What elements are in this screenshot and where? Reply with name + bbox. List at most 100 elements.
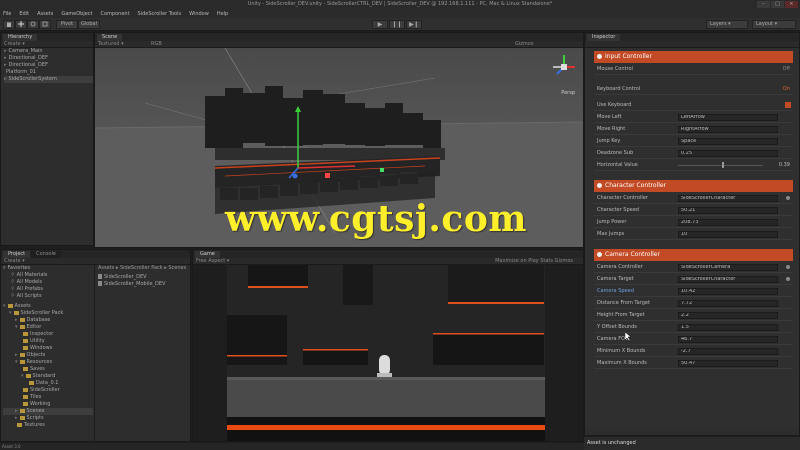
keyboard-control-toggle[interactable]: On: [783, 87, 790, 92]
tab-hierarchy[interactable]: Hierarchy: [3, 34, 38, 41]
hierarchy-item[interactable]: Platform_01: [4, 69, 93, 76]
favorite-item[interactable]: ⚲ All Materials: [3, 272, 93, 279]
favorite-item[interactable]: ⚲ All Models: [3, 279, 93, 286]
horizontal-slider-handle[interactable]: [722, 162, 724, 168]
favorite-item[interactable]: ⚲ All Scripts: [3, 293, 93, 300]
tab-console[interactable]: Console: [31, 251, 61, 258]
max-jumps-field[interactable]: 10: [678, 231, 778, 238]
folder-item[interactable]: ▾ Resources: [3, 359, 93, 366]
distance-field[interactable]: 7.72: [678, 300, 778, 307]
camera-speed-field[interactable]: 10.42: [678, 288, 778, 295]
folder-item[interactable]: ▸ Objects: [3, 352, 93, 359]
pause-button[interactable]: ❙❙: [389, 20, 405, 29]
object-picker-icon[interactable]: [786, 265, 790, 269]
move-left-dropdown[interactable]: LeftArrow: [678, 114, 778, 121]
hierarchy-item[interactable]: ▸ Camera_Main: [4, 48, 93, 55]
camera-fov-field[interactable]: 46.7: [678, 336, 778, 343]
hand-tool-button[interactable]: [3, 20, 15, 29]
horizontal-slider-track[interactable]: [678, 165, 763, 166]
mouse-control-toggle[interactable]: Off: [783, 67, 790, 72]
menu-component[interactable]: Component: [101, 11, 130, 17]
jump-power-field[interactable]: 208.73: [678, 219, 778, 226]
hierarchy-item[interactable]: ▸ Directional_DEF: [4, 62, 93, 69]
folder-item[interactable]: Utility: [3, 338, 93, 345]
character-controller-header[interactable]: Character Controller: [594, 180, 793, 192]
layout-dropdown[interactable]: Layout ▾: [752, 20, 796, 29]
hierarchy-item[interactable]: ▸ Directional_DEF: [4, 55, 93, 62]
menu-window[interactable]: Window: [189, 11, 209, 17]
horizontal-slider-value[interactable]: 0.39: [779, 159, 790, 171]
y-offset-field[interactable]: 1.5: [678, 324, 778, 331]
input-controller-header[interactable]: Input Controller: [594, 51, 793, 63]
object-picker-icon[interactable]: [786, 196, 790, 200]
aspect-dropdown[interactable]: Free Aspect: [196, 258, 225, 264]
folder-label: Standard: [32, 373, 56, 379]
height-field[interactable]: 2.2: [678, 312, 778, 319]
jump-key-dropdown[interactable]: Space: [678, 138, 778, 145]
folder-item[interactable]: ▸ Scenes: [3, 408, 93, 415]
object-picker-icon[interactable]: [786, 277, 790, 281]
hierarchy-item[interactable]: ▸ SideScrollerSystem: [4, 76, 93, 83]
menu-edit[interactable]: Edit: [19, 11, 29, 17]
move-tool-button[interactable]: [15, 20, 27, 29]
rotate-tool-button[interactable]: [27, 20, 39, 29]
folder-item[interactable]: ▾ SideScroller Pack: [3, 310, 93, 317]
camera-target-field[interactable]: SideScrollerCharacter: [678, 276, 778, 283]
folder-item[interactable]: ▸ Scripts: [3, 415, 93, 422]
shading-mode-dropdown[interactable]: Textured: [98, 41, 119, 47]
menu-gameobject[interactable]: GameObject: [61, 11, 92, 17]
gizmos-dropdown[interactable]: Gizmos: [515, 41, 533, 48]
scale-tool-button[interactable]: [39, 20, 51, 29]
scene-file-item[interactable]: SideScroller_DEV: [98, 274, 190, 281]
game-viewport[interactable]: [193, 265, 583, 441]
assets-root[interactable]: ▾ Assets: [3, 303, 93, 310]
project-create-button[interactable]: Create: [4, 258, 21, 264]
camera-controller-header[interactable]: Camera Controller: [594, 249, 793, 261]
tab-project[interactable]: Project: [3, 251, 31, 258]
step-button[interactable]: ▶❙: [406, 20, 422, 29]
close-button[interactable]: ×: [785, 1, 798, 8]
min-x-field[interactable]: -2.7: [678, 348, 778, 355]
orientation-gizmo[interactable]: [549, 52, 579, 86]
character-speed-field[interactable]: 50.21: [678, 207, 778, 214]
minimize-button[interactable]: –: [757, 1, 770, 8]
move-right-dropdown[interactable]: RightArrow: [678, 126, 778, 133]
folder-item[interactable]: Saves: [3, 366, 93, 373]
scene-file-item[interactable]: SideScroller_Mobile_DEV: [98, 281, 190, 288]
maximize-button[interactable]: □: [771, 1, 784, 8]
play-button[interactable]: ▶: [372, 20, 388, 29]
global-toggle[interactable]: Global: [78, 20, 100, 29]
favorites-root[interactable]: ▾ Favorites: [3, 265, 93, 272]
folder-item[interactable]: ▾ Editor: [3, 324, 93, 331]
folder-icon: [19, 359, 25, 364]
folder-item[interactable]: Tiles: [3, 394, 93, 401]
folder-item[interactable]: Working: [3, 401, 93, 408]
layers-dropdown[interactable]: Layers ▾: [706, 20, 748, 29]
jump-key-row: Jump Key Space: [594, 135, 793, 147]
folder-item[interactable]: Inspector: [3, 331, 93, 338]
camera-object-field[interactable]: SideScrollerCamera: [678, 264, 778, 271]
menu-assets[interactable]: Assets: [37, 11, 53, 17]
tab-inspector[interactable]: Inspector: [587, 34, 621, 41]
game-view-options[interactable]: Maximize on Play Stats Gizmos: [495, 258, 573, 265]
tab-scene[interactable]: Scene: [97, 34, 123, 41]
max-x-field[interactable]: 50.47: [678, 360, 778, 367]
menu-file[interactable]: File: [3, 11, 11, 17]
hierarchy-create-button[interactable]: Create: [4, 41, 21, 47]
folder-item[interactable]: Textures: [3, 422, 93, 429]
menu-help[interactable]: Help: [217, 11, 228, 17]
folder-item[interactable]: ▾ Standard: [3, 373, 93, 380]
folder-item[interactable]: SideScroller: [3, 387, 93, 394]
menu-sidescroller-tools[interactable]: SideScroller Tools: [138, 11, 182, 17]
folder-icon: [23, 331, 28, 336]
tab-game[interactable]: Game: [195, 251, 220, 258]
folder-item[interactable]: Data_0.1: [3, 380, 93, 387]
character-object-field[interactable]: SideScrollerCharacter: [678, 195, 778, 202]
deadzone-field[interactable]: 0.25: [678, 150, 778, 157]
pivot-toggle[interactable]: Pivot: [56, 20, 78, 29]
rgb-dropdown[interactable]: RGB: [151, 41, 162, 48]
use-keyboard-button[interactable]: [785, 102, 791, 108]
favorite-item[interactable]: ⚲ All Prefabs: [3, 286, 93, 293]
folder-item[interactable]: ▸ Database: [3, 317, 93, 324]
folder-item[interactable]: Windows: [3, 345, 93, 352]
